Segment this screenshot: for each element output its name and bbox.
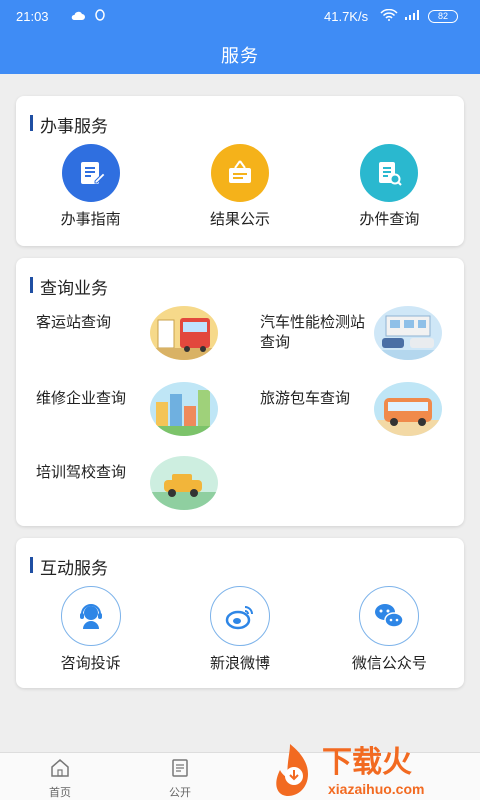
case-query-button[interactable]: 办件查询 <box>315 144 464 229</box>
document-search-icon <box>360 144 419 202</box>
city-buildings-image <box>150 382 218 436</box>
weibo-button[interactable]: 新浪微博 <box>165 586 314 673</box>
tour-bus-image <box>374 382 442 436</box>
tour-bus-query-item[interactable]: 旅游包车查询 <box>240 382 460 442</box>
header-bar: 服务 <box>0 34 480 74</box>
query-services-card: 查询业务 客运站查询 汽车性能检测站查询 维修企业查询 旅游包车查询 培训驾校查… <box>16 258 464 526</box>
repair-company-query-label: 维修企业查询 <box>36 389 127 407</box>
interaction-services-card: 互动服务 咨询投诉 新浪微博 微信公众号 <box>16 538 464 688</box>
document-icon <box>172 759 188 777</box>
watermark-url: xiazaihuo.com <box>328 781 424 797</box>
result-publicity-button[interactable]: 结果公示 <box>165 144 314 229</box>
form-pen-icon <box>61 144 120 202</box>
car-inspection-query-label: 汽车性能检测站查询 <box>260 313 366 351</box>
driving-school-query-label: 培训驾校查询 <box>36 463 127 481</box>
consult-complaint-button[interactable]: 咨询投诉 <box>16 586 165 673</box>
watermark-text: 下载火 <box>322 745 412 780</box>
cloud-icon <box>71 11 85 20</box>
network-speed: 41.7K/s <box>324 9 369 24</box>
customer-service-icon <box>60 586 121 646</box>
home-icon <box>51 759 69 777</box>
result-publicity-label: 结果公示 <box>209 210 270 228</box>
bus-station-query-item[interactable]: 客运站查询 <box>16 306 236 366</box>
weibo-icon <box>209 586 270 646</box>
office-guide-label: 办事指南 <box>60 210 121 228</box>
car-inspection-query-item[interactable]: 汽车性能检测站查询 <box>240 306 460 366</box>
office-services-card: 办事服务 办事指南 结果公示 办件查询 <box>16 96 464 246</box>
section-title-query: 查询业务 <box>30 274 108 299</box>
tour-bus-query-label: 旅游包车查询 <box>260 389 351 407</box>
tab-home-label: 首页 <box>49 786 71 799</box>
consult-complaint-label: 咨询投诉 <box>60 654 121 672</box>
driving-school-query-item[interactable]: 培训驾校查询 <box>16 456 236 516</box>
weibo-label: 新浪微博 <box>209 654 270 672</box>
signboard-icon <box>210 144 269 202</box>
battery-indicator: 82 <box>428 10 458 23</box>
tab-public-label: 公开 <box>169 786 191 799</box>
wechat-icon <box>359 586 420 646</box>
tab-public[interactable]: 公开 <box>150 757 210 800</box>
driving-school-image <box>150 456 218 510</box>
bus-station-image <box>150 306 218 360</box>
case-query-label: 办件查询 <box>359 210 420 228</box>
qq-icon <box>95 9 105 21</box>
page-title: 服务 <box>221 46 259 67</box>
wechat-official-button[interactable]: 微信公众号 <box>315 586 464 673</box>
office-guide-button[interactable]: 办事指南 <box>16 144 165 229</box>
status-bar: 21:03 41.7K/s 82 <box>0 0 480 34</box>
repair-company-query-item[interactable]: 维修企业查询 <box>16 382 236 442</box>
bus-station-query-label: 客运站查询 <box>36 313 112 331</box>
section-title-interact: 互动服务 <box>30 554 108 579</box>
wechat-official-label: 微信公众号 <box>351 654 427 672</box>
signal-icon <box>405 10 419 20</box>
download-watermark: 下载火 xiazaihuo.com <box>276 736 480 800</box>
tab-home[interactable]: 首页 <box>30 757 90 800</box>
status-time: 21:03 <box>16 9 49 24</box>
section-title-office: 办事服务 <box>30 112 108 137</box>
car-inspection-image <box>374 306 442 360</box>
wifi-icon <box>380 9 398 21</box>
